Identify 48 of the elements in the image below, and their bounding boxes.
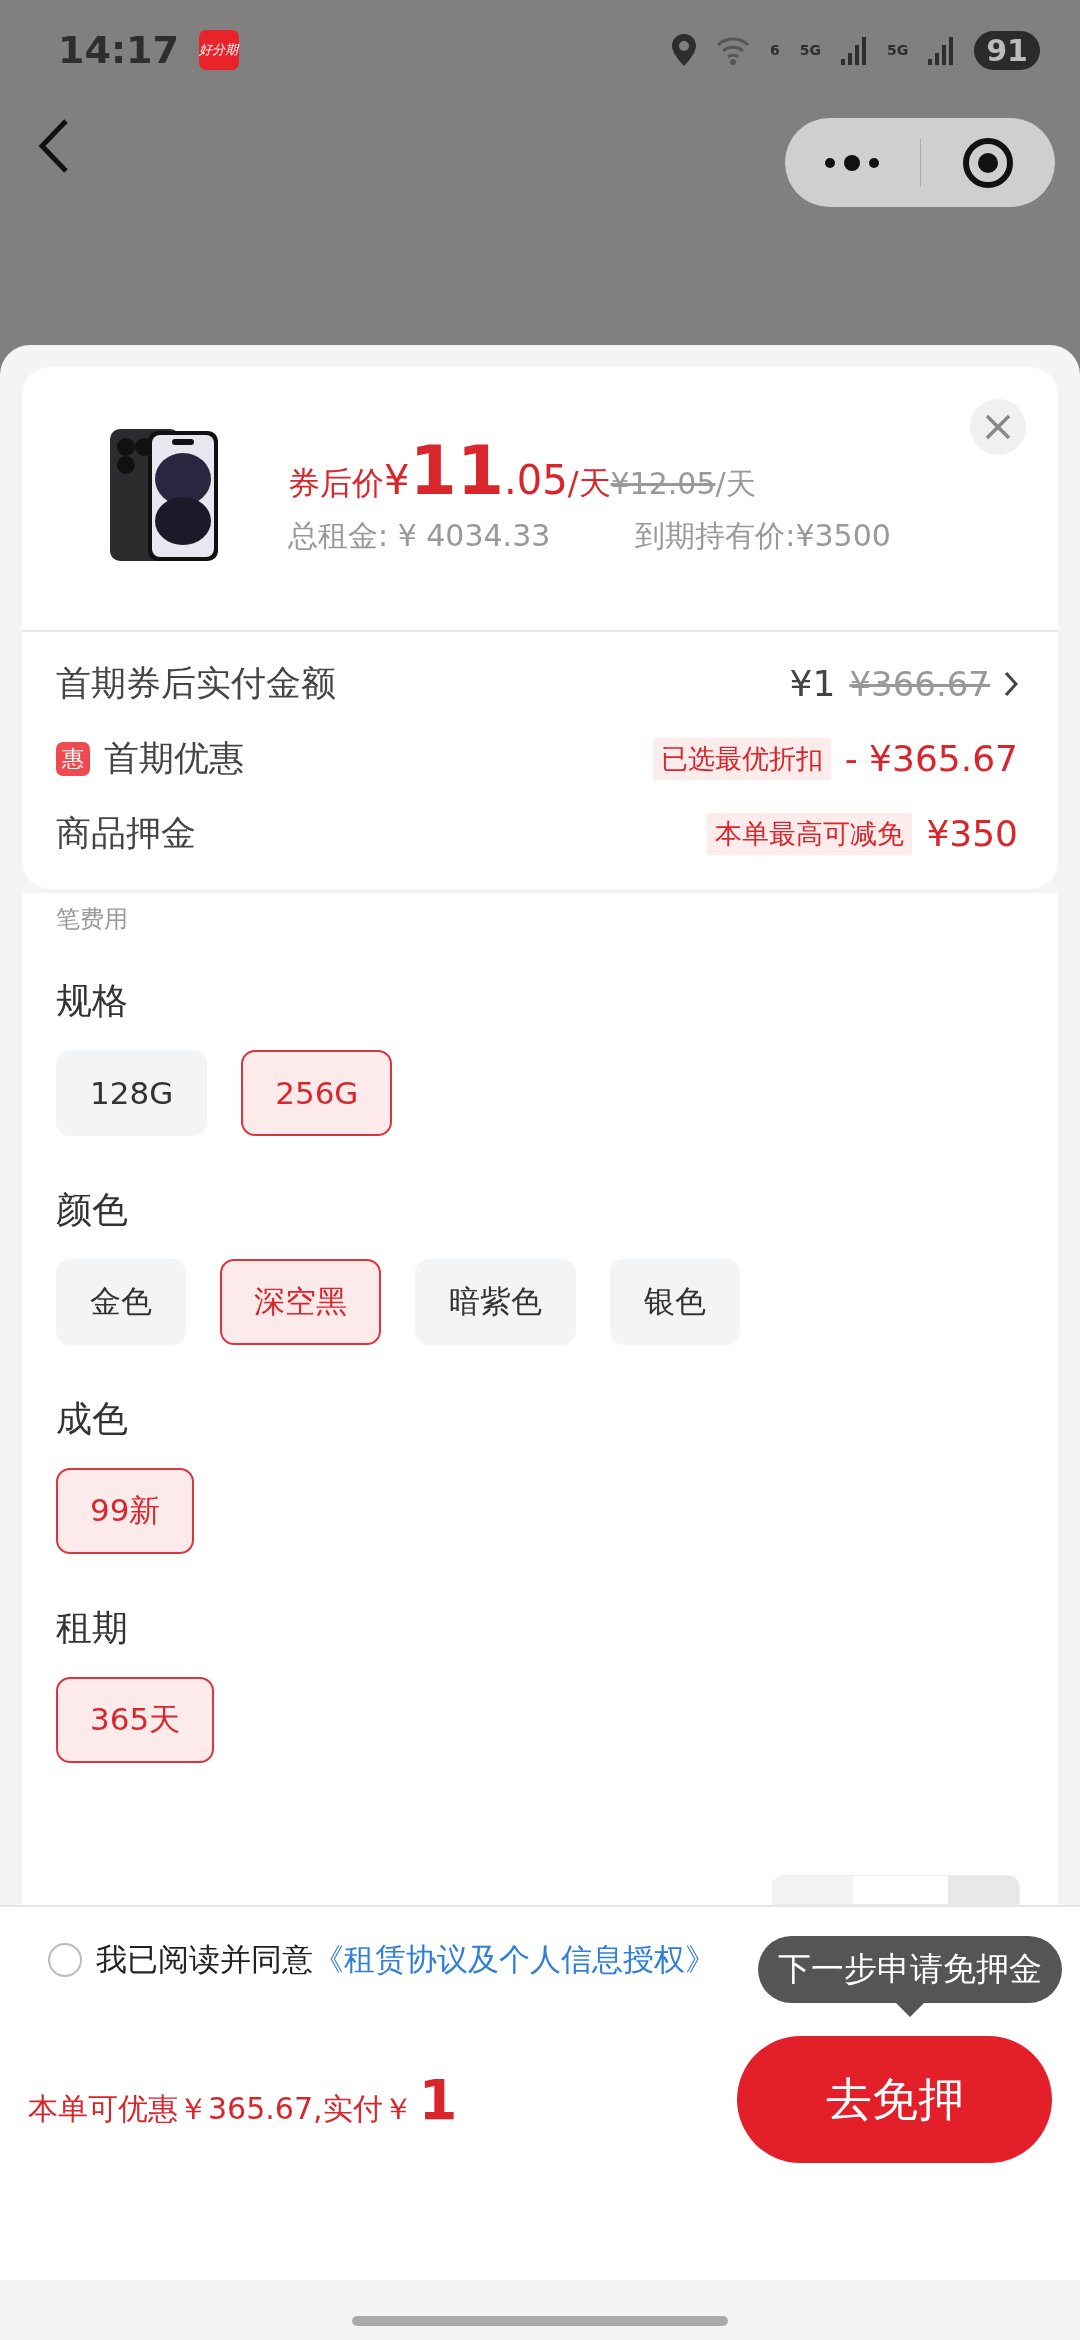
signal-icon xyxy=(928,35,955,65)
app-icon: 好分期 xyxy=(198,30,239,70)
close-button[interactable] xyxy=(970,399,1026,455)
location-icon xyxy=(672,34,697,66)
fee-note: 笔费用 xyxy=(56,904,129,935)
tooltip-arrow-icon xyxy=(896,2002,924,2017)
option-title: 成色 xyxy=(56,1397,129,1441)
agree-text: 我已阅读并同意 xyxy=(96,1940,313,1979)
option-chip[interactable]: 128G xyxy=(56,1050,208,1136)
wifi-icon xyxy=(716,35,751,65)
tooltip: 下一步申请免押金 xyxy=(758,1936,1062,2003)
agreement-link[interactable]: 《租赁协议及个人信息授权》 xyxy=(313,1939,716,1981)
fee-label: 首期券后实付金额 xyxy=(56,662,336,705)
signal-icon xyxy=(841,35,867,65)
option-chip[interactable]: 银色 xyxy=(610,1259,740,1345)
fee-label: 商品押金 xyxy=(56,812,196,855)
network-label: 5G xyxy=(799,42,821,58)
discount-tag: 本单最高可减免 xyxy=(707,812,913,855)
fee-label: 首期优惠 xyxy=(104,737,244,780)
fee-value: ¥1 xyxy=(789,663,836,704)
no-deposit-button[interactable]: 去免押 xyxy=(737,2036,1052,2163)
option-title: 规格 xyxy=(56,979,129,1023)
option-chip[interactable]: 99新 xyxy=(56,1468,195,1554)
option-title: 租期 xyxy=(56,1606,129,1650)
close-target-icon[interactable] xyxy=(961,136,1014,189)
coupon-price: 券后价¥11.05/天¥12.05/天 xyxy=(288,437,757,506)
back-icon[interactable] xyxy=(38,118,70,174)
option-chip[interactable]: 金色 xyxy=(56,1259,186,1345)
discount-badge: 惠 xyxy=(56,741,90,776)
order-summary: 本单可优惠￥365.67,实付￥1 xyxy=(28,2067,458,2132)
option-chip[interactable]: 深空黑 xyxy=(220,1259,381,1345)
battery-level: 91 xyxy=(974,30,1040,70)
close-icon xyxy=(985,414,1011,440)
original-value: ¥366.67 xyxy=(849,663,990,704)
wifi-label: 6 xyxy=(770,42,780,58)
status-time: 14:17 xyxy=(58,28,179,72)
option-title: 颜色 xyxy=(56,1188,129,1232)
hold-price: 到期持有价:¥3500 xyxy=(635,517,891,555)
option-chip[interactable]: 暗紫色 xyxy=(415,1259,576,1345)
discount-tag: 已选最优折扣 xyxy=(652,737,831,780)
option-chip[interactable]: 256G xyxy=(241,1050,393,1136)
fee-value: - ¥365.67 xyxy=(844,738,1018,779)
chevron-icon[interactable] xyxy=(1004,670,1018,697)
agree-radio[interactable] xyxy=(48,1943,82,1977)
option-chip[interactable]: 365天 xyxy=(56,1677,215,1763)
fee-value: ¥350 xyxy=(926,813,1018,854)
network-label: 5G xyxy=(887,42,909,58)
total-rent: 总租金: ¥ 4034.33 xyxy=(288,517,551,555)
